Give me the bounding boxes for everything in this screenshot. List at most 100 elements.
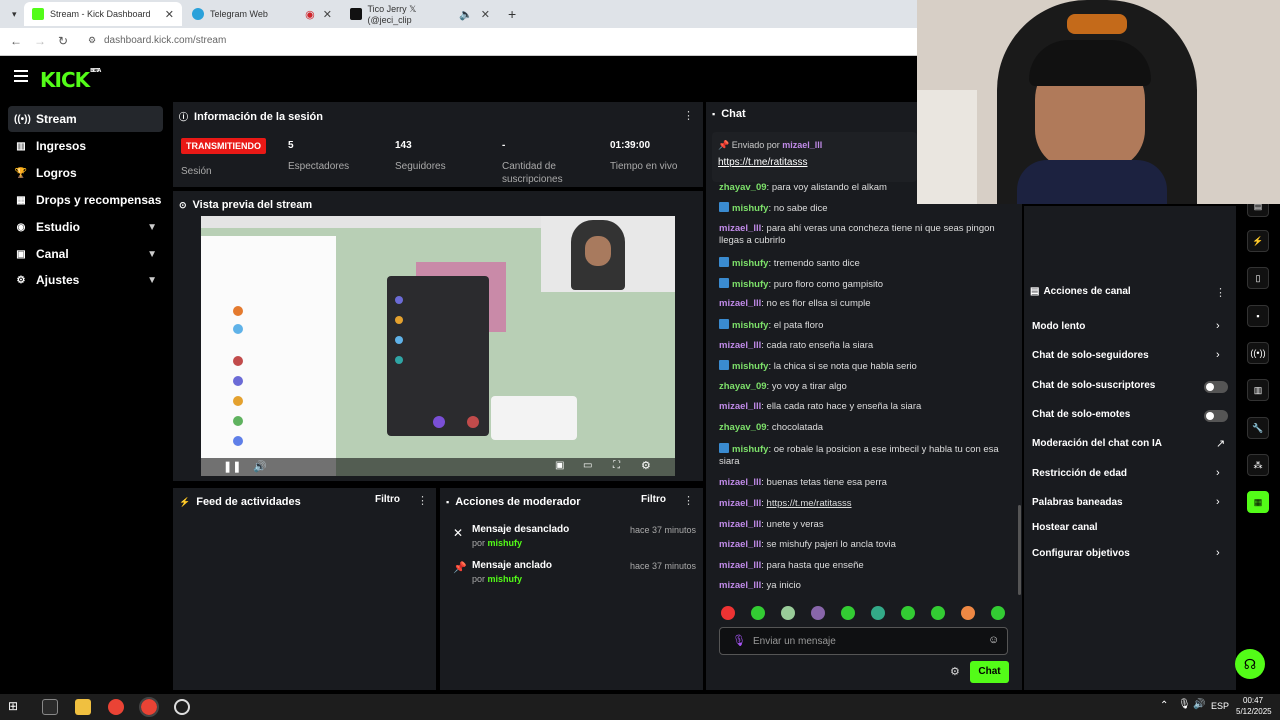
emote-icon[interactable]	[901, 606, 915, 620]
channel-action-item[interactable]: Chat de solo-suscriptores	[1032, 380, 1155, 391]
obs-icon[interactable]	[174, 699, 190, 715]
new-tab-button[interactable]: +	[500, 2, 524, 26]
clock-time[interactable]: 00:47	[1243, 696, 1263, 705]
tab-telegram[interactable]: Telegram Web ◉ ✕	[184, 2, 340, 26]
chevron-right-icon[interactable]: ›	[1216, 547, 1220, 559]
url-text[interactable]: dashboard.kick.com/stream	[104, 35, 226, 46]
stream-preview-video[interactable]: ❚❚ 🔊 ▣ ▭ ⛶ ⚙	[201, 216, 675, 476]
chrome-icon[interactable]	[108, 699, 124, 715]
send-chat-button[interactable]: Chat	[970, 661, 1009, 683]
emote-icon[interactable]	[841, 606, 855, 620]
channel-action-item[interactable]: Chat de solo-emotes	[1032, 409, 1130, 420]
sidebar-item-drops[interactable]: ▦ Drops y recompensas	[8, 187, 163, 213]
chat-username[interactable]: mizael_lll	[719, 477, 761, 488]
more-options-icon[interactable]: ⋮	[683, 494, 694, 507]
external-link-icon[interactable]: ↗	[1216, 437, 1225, 450]
chat-input[interactable]: 🎙 Enviar un mensaje ☺	[719, 627, 1008, 655]
tab-list-icon[interactable]: ▾	[4, 2, 22, 26]
help-support-icon[interactable]: ☊	[1235, 649, 1265, 679]
tool-clapper-icon[interactable]: ▦	[1247, 491, 1269, 513]
chrome-active-icon[interactable]	[139, 697, 159, 717]
microphone-icon[interactable]: 🎙	[732, 634, 746, 647]
toggle-switch[interactable]	[1204, 381, 1228, 393]
settings-icon[interactable]: ⚙	[641, 459, 651, 472]
more-options-icon[interactable]: ⋮	[1215, 286, 1226, 299]
chat-username[interactable]: zhayav_09	[719, 422, 767, 433]
pip-icon[interactable]: ▣	[555, 460, 564, 471]
chat-username[interactable]: mishufy	[732, 203, 768, 214]
mod-filter-button[interactable]: Filtro	[641, 494, 666, 505]
channel-action-item[interactable]: Modo lento	[1032, 321, 1085, 332]
emote-icon[interactable]	[931, 606, 945, 620]
chat-username[interactable]: mizael_lll	[719, 298, 761, 309]
channel-action-item[interactable]: Chat de solo-seguidores	[1032, 350, 1149, 361]
mic-icon[interactable]: 🎙	[1178, 699, 1191, 710]
sidebar-item-stream[interactable]: ((•)) Stream	[8, 106, 163, 132]
chat-username[interactable]: mishufy	[732, 444, 768, 455]
chat-settings-icon[interactable]: ⚙	[950, 665, 960, 678]
emote-icon[interactable]	[961, 606, 975, 620]
windows-start-icon[interactable]: ⊞	[8, 699, 24, 715]
close-tab-icon[interactable]: ✕	[481, 8, 490, 21]
chat-text[interactable]: https://t.me/ratitasss	[767, 498, 852, 509]
channel-action-item[interactable]: Configurar objetivos	[1032, 548, 1130, 559]
pinned-message[interactable]: 📌 Enviado por mizael_lll https://t.me/ra…	[712, 132, 917, 182]
tray-chevron-icon[interactable]: ⌃	[1160, 700, 1168, 711]
sidebar-item-ajustes[interactable]: ⚙ Ajustes ▼	[8, 267, 163, 293]
close-tab-icon[interactable]: ✕	[165, 8, 174, 21]
emote-icon[interactable]	[871, 606, 885, 620]
back-icon[interactable]: ←	[10, 34, 22, 48]
emote-icon[interactable]	[991, 606, 1005, 620]
emoji-icon[interactable]: ☺	[988, 634, 999, 646]
channel-action-item[interactable]: Hostear canal	[1032, 522, 1098, 533]
store-icon[interactable]	[42, 699, 58, 715]
fullscreen-icon[interactable]: ⛶	[613, 460, 620, 471]
chevron-right-icon[interactable]: ›	[1216, 320, 1220, 332]
emote-icon[interactable]	[751, 606, 765, 620]
channel-action-item[interactable]: Moderación del chat con IA	[1032, 438, 1162, 449]
chevron-right-icon[interactable]: ›	[1216, 467, 1220, 479]
chat-username[interactable]: mizael_lll	[719, 539, 761, 550]
chat-username[interactable]: mishufy	[732, 361, 768, 372]
chat-username[interactable]: zhayav_09	[719, 381, 767, 392]
channel-action-item[interactable]: Palabras baneadas	[1032, 497, 1123, 508]
file-explorer-icon[interactable]	[75, 699, 91, 715]
toggle-switch[interactable]	[1204, 410, 1228, 422]
sidebar-item-canal[interactable]: ▣ Canal ▼	[8, 241, 163, 267]
chat-username[interactable]: mizael_lll	[719, 340, 761, 351]
emote-icon[interactable]	[721, 606, 735, 620]
tool-panel-icon[interactable]: ▥	[1247, 379, 1269, 401]
tool-bolt-icon[interactable]: ⚡	[1247, 230, 1269, 252]
chat-scrollbar[interactable]	[1018, 505, 1021, 595]
tool-wrench-icon[interactable]: 🔧	[1247, 417, 1269, 439]
channel-action-item[interactable]: Restricción de edad	[1032, 468, 1127, 479]
language-indicator[interactable]: ESP	[1211, 701, 1229, 711]
chat-username[interactable]: mishufy	[732, 258, 768, 269]
sidebar-item-logros[interactable]: 🏆 Logros	[8, 160, 163, 186]
emote-icon[interactable]	[781, 606, 795, 620]
chat-username[interactable]: mizael_lll	[719, 580, 761, 591]
chat-username[interactable]: mizael_lll	[719, 560, 761, 571]
tool-network-icon[interactable]: ⁂	[1247, 454, 1269, 476]
volume-icon[interactable]: 🔊	[1193, 699, 1205, 710]
kick-logo[interactable]: KICKBETA	[40, 68, 101, 92]
pinned-link[interactable]: https://t.me/ratitasss	[718, 157, 807, 168]
pause-icon[interactable]: ❚❚	[223, 460, 241, 473]
chat-username[interactable]: mizael_lll	[719, 498, 761, 509]
chat-username[interactable]: mizael_lll	[719, 223, 761, 234]
site-info-icon[interactable]: ⚙	[88, 35, 96, 46]
clock-date[interactable]: 5/12/2025	[1236, 707, 1272, 716]
more-options-icon[interactable]: ⋮	[417, 494, 428, 507]
reload-icon[interactable]: ↻	[58, 34, 68, 48]
chat-username[interactable]: zhayav_09	[719, 182, 767, 193]
chat-username[interactable]: mizael_lll	[719, 519, 761, 530]
close-tab-icon[interactable]: ✕	[323, 8, 332, 21]
more-options-icon[interactable]: ⋮	[683, 109, 694, 122]
sidebar-item-ingresos[interactable]: ▥ Ingresos	[8, 133, 163, 159]
emote-icon[interactable]	[811, 606, 825, 620]
theater-icon[interactable]: ▭	[583, 460, 592, 471]
tool-chat-icon[interactable]: ▪	[1247, 305, 1269, 327]
forward-icon[interactable]: →	[34, 34, 46, 48]
tab-kick-dashboard[interactable]: Stream - Kick Dashboard ✕	[24, 2, 182, 26]
chevron-right-icon[interactable]: ›	[1216, 496, 1220, 508]
